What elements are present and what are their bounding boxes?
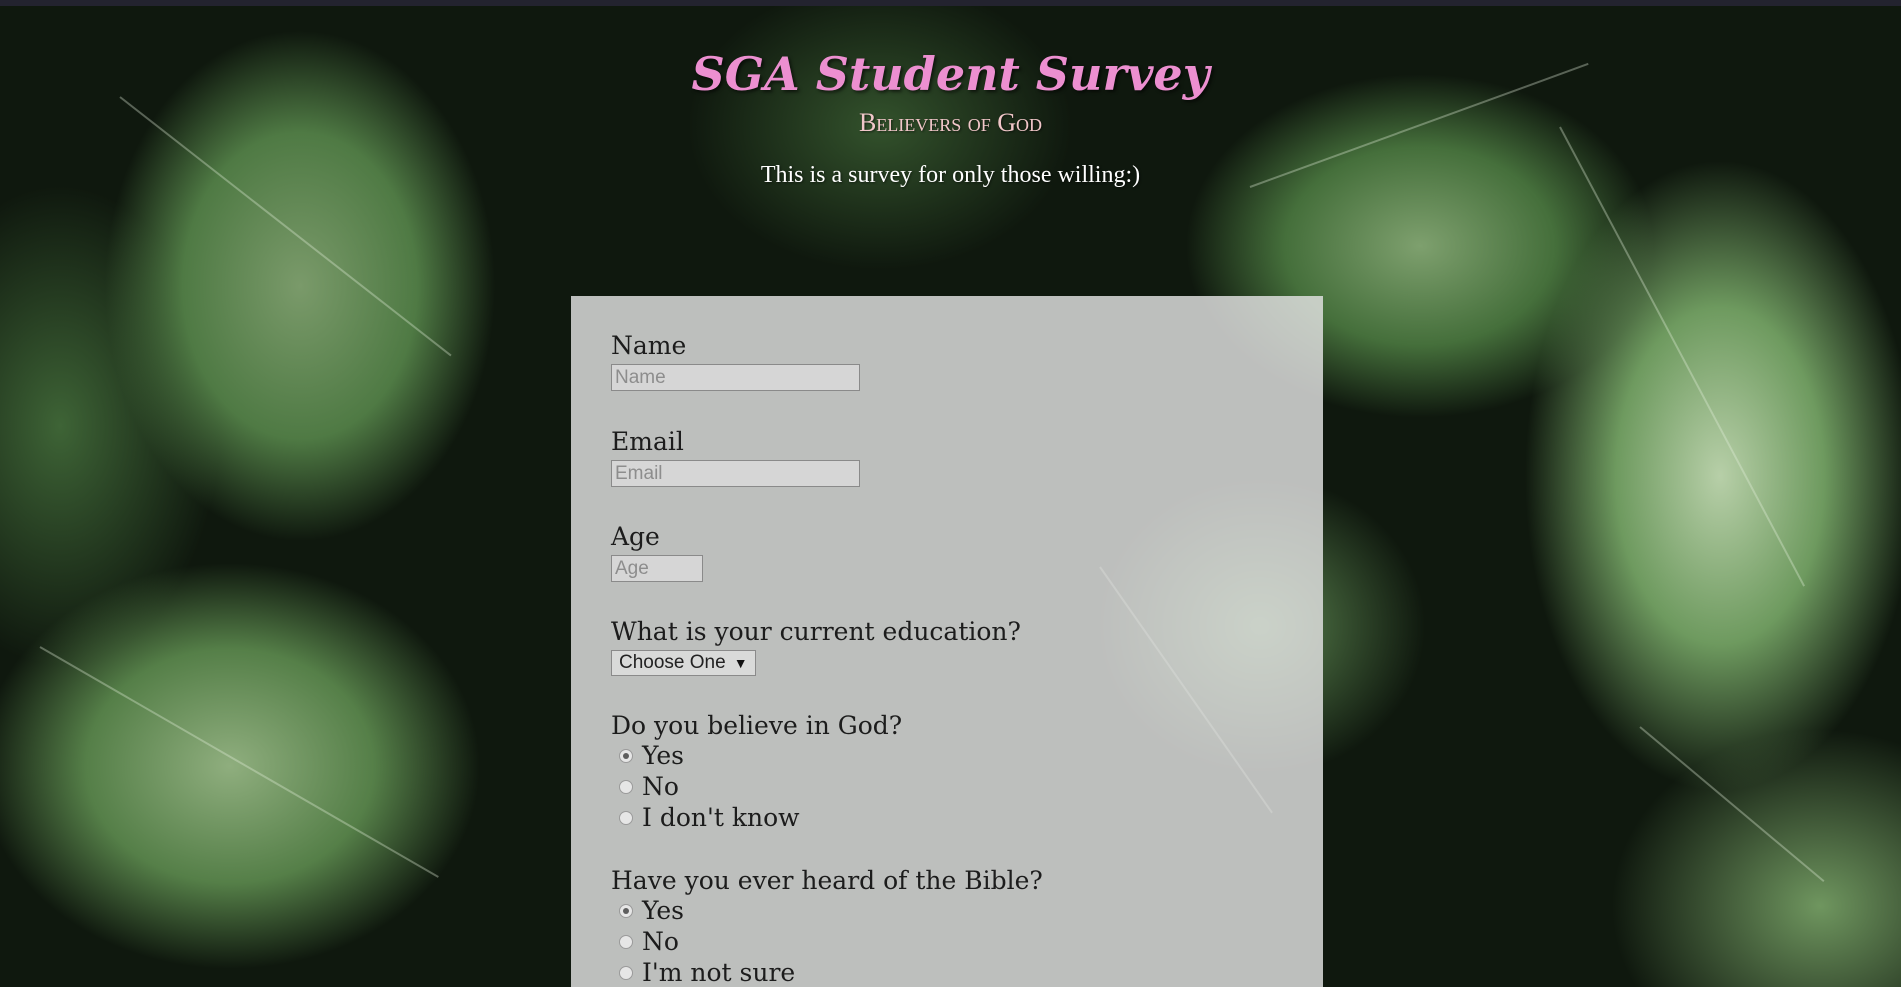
survey-description: This is a survey for only those willing:… <box>760 162 1141 188</box>
name-input[interactable] <box>611 364 860 391</box>
bible-label: Have you ever heard of the Bible? <box>611 866 1043 895</box>
education-select[interactable]: Choose One ▼ <box>611 650 756 676</box>
survey-form: Name Email Age What is your current educ… <box>571 296 1323 987</box>
name-label: Name <box>611 331 687 360</box>
dropdown-arrow-icon: ▼ <box>733 655 748 671</box>
education-label: What is your current education? <box>611 617 1021 646</box>
radio-button[interactable] <box>619 934 633 949</box>
radio-button-checked[interactable] <box>619 748 633 763</box>
bible-option-label: I'm not sure <box>642 958 796 987</box>
believe-question-group: Do you believe in God? Yes No I don't kn… <box>611 712 902 833</box>
bible-option-no[interactable]: No <box>619 926 1043 957</box>
bible-option-label: Yes <box>642 896 684 925</box>
believe-option-label: I don't know <box>642 803 800 832</box>
age-input[interactable] <box>611 555 703 582</box>
believe-option-dont-know[interactable]: I don't know <box>619 802 902 833</box>
survey-title: SGA Student Survey <box>691 47 1210 101</box>
email-label: Email <box>611 427 684 456</box>
believe-option-label: Yes <box>642 741 684 770</box>
radio-button-checked[interactable] <box>619 903 633 918</box>
browser-top-bar <box>0 0 1901 6</box>
radio-button[interactable] <box>619 810 633 825</box>
age-label: Age <box>611 522 660 551</box>
bible-option-yes[interactable]: Yes <box>619 895 1043 926</box>
bible-question-group: Have you ever heard of the Bible? Yes No… <box>611 867 1043 987</box>
believe-option-no[interactable]: No <box>619 771 902 802</box>
believe-label: Do you believe in God? <box>611 711 903 740</box>
age-field-group: Age <box>611 523 703 582</box>
bible-option-not-sure[interactable]: I'm not sure <box>619 957 1043 987</box>
radio-button[interactable] <box>619 965 633 980</box>
email-input[interactable] <box>611 460 860 487</box>
name-field-group: Name <box>611 332 860 391</box>
believe-option-label: No <box>642 772 679 801</box>
education-field-group: What is your current education? Choose O… <box>611 618 1021 676</box>
education-select-value: Choose One <box>619 652 726 673</box>
bible-option-label: No <box>642 927 679 956</box>
radio-button[interactable] <box>619 779 633 794</box>
believe-option-yes[interactable]: Yes <box>619 740 902 771</box>
email-field-group: Email <box>611 428 860 487</box>
survey-header: SGA Student Survey Believers of God This… <box>0 6 1901 190</box>
survey-subtitle: Believers of God <box>858 108 1043 137</box>
